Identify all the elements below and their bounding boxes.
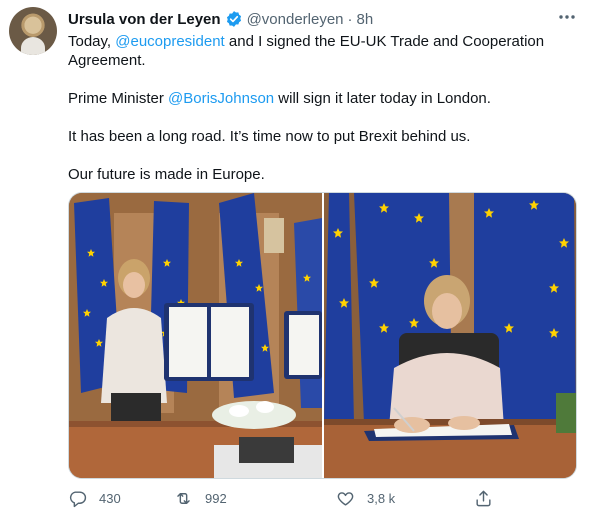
tweet-paragraph-3: It has been a long road. It’s time now t…	[68, 128, 471, 145]
tweet-timestamp[interactable]: 8h	[357, 11, 374, 28]
mention-link-eucopresident[interactable]: @eucopresident	[115, 33, 224, 50]
tweet-header: Ursula von der Leyen @vonderleyen · 8h	[68, 9, 373, 29]
paragraph-text: will sign it later today in London.	[274, 90, 491, 107]
paragraph-text: Today,	[68, 33, 116, 50]
photo-holding-agreement[interactable]	[69, 193, 322, 478]
verified-badge-icon	[226, 11, 241, 27]
retweet-count: 992	[205, 490, 227, 506]
more-options-icon[interactable]	[557, 10, 577, 24]
author-handle[interactable]: @vonderleyen	[247, 11, 344, 28]
retweet-button[interactable]: 992	[174, 487, 227, 509]
like-count: 3,8 k	[367, 490, 396, 506]
like-button[interactable]: 3,8 k	[336, 487, 395, 509]
reply-button[interactable]: 430	[68, 487, 121, 509]
share-button[interactable]	[474, 487, 505, 509]
tweet-card[interactable]: Ursula von der Leyen @vonderleyen · 8h T…	[0, 0, 591, 521]
paragraph-text: Prime Minister	[68, 90, 169, 107]
tweet-paragraph-1: Today, @eucopresident and I signed the E…	[68, 32, 583, 70]
mention-link-borisjohnson[interactable]: @BorisJohnson	[168, 90, 274, 107]
retweet-icon	[177, 492, 190, 504]
reply-icon	[69, 490, 87, 507]
tweet-paragraph-4: Our future is made in Europe.	[68, 166, 265, 183]
avatar[interactable]	[9, 7, 57, 55]
like-icon	[337, 491, 354, 506]
tweet-paragraph-2: Prime Minister @BorisJohnson will sign i…	[68, 89, 583, 108]
share-icon	[476, 490, 491, 506]
photo-signing-agreement[interactable]	[324, 193, 576, 478]
tweet-text: Today, @eucopresident and I signed the E…	[68, 32, 583, 203]
tweet-actions: 430 992 3,8 k	[68, 487, 498, 509]
author-name[interactable]: Ursula von der Leyen	[68, 11, 221, 28]
separator-dot: ·	[347, 10, 353, 28]
reply-count: 430	[99, 490, 121, 506]
tweet-media[interactable]	[68, 192, 577, 479]
